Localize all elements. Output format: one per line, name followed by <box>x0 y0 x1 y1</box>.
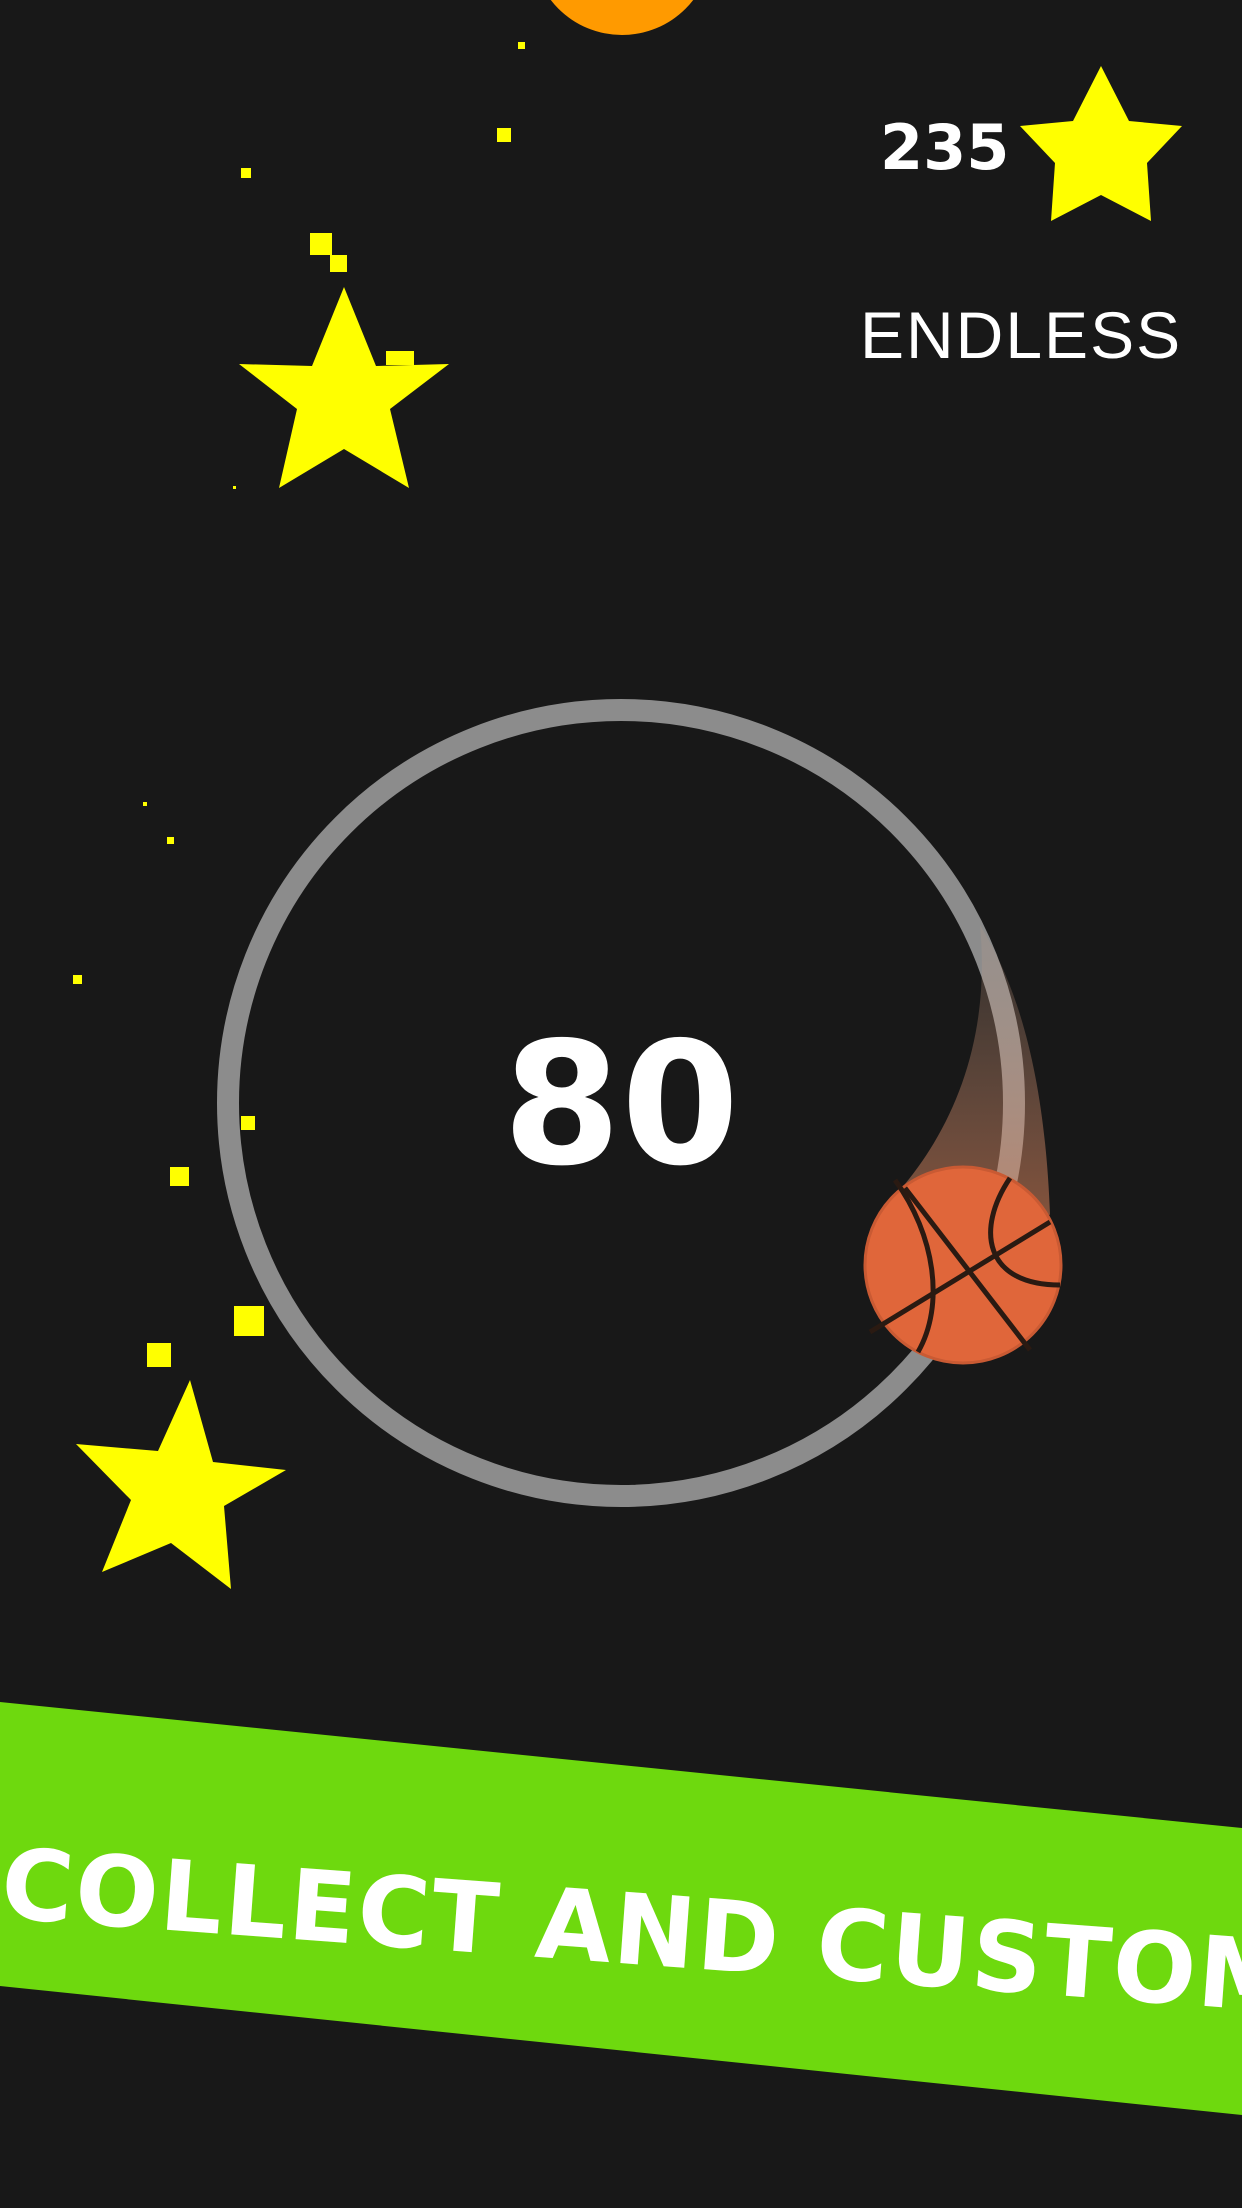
star-icon <box>239 287 449 488</box>
star-count: 235 <box>880 111 1010 184</box>
basketball-icon <box>863 1165 1063 1365</box>
star-icon <box>1020 66 1182 221</box>
mode-label: ENDLESS <box>860 298 1183 372</box>
star-icon <box>76 1380 286 1589</box>
orange-orb <box>550 0 694 35</box>
score-counter: 80 <box>502 1006 740 1204</box>
game-screen[interactable]: 235 ENDLESS 80 COLLECT AND CUSTOMIZE <box>0 0 1242 2208</box>
